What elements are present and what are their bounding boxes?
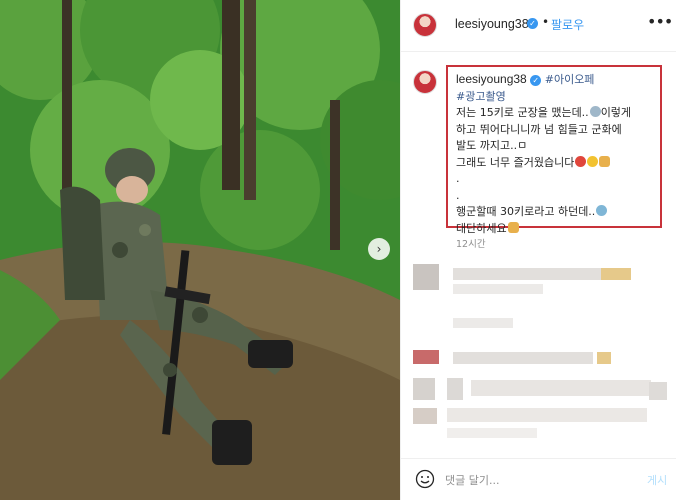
post-timestamp: 12시간: [456, 239, 486, 250]
hashtag-link[interactable]: #광고촬영: [456, 90, 506, 103]
screaming-emoji-icon: [589, 106, 601, 117]
caption-text: 대단하세요: [456, 221, 507, 235]
blurred-avatar: [413, 350, 439, 364]
blurred-emoji: [601, 268, 631, 280]
crying-emoji-icon: [596, 205, 608, 216]
caption-dot: .: [456, 188, 460, 202]
caption-dot: .: [456, 172, 460, 185]
blurred-comment: [471, 380, 651, 396]
post-photo[interactable]: ›: [0, 0, 400, 500]
blurred-comment: [447, 378, 463, 400]
blurred-comment: [649, 382, 667, 400]
blurred-comment: [453, 268, 603, 280]
caption-text: 발도 까지고..ㅁ: [456, 139, 528, 152]
post-caption: leesiyoung38 ✓ #아이오페 #광고촬영 저는 15키로 군장을 맸…: [456, 71, 661, 237]
caption-avatar[interactable]: [413, 70, 437, 94]
blurred-avatar: [413, 378, 435, 400]
blurred-comment: [447, 428, 537, 438]
instagram-post: › leesiyoung38 ✓ • 팔로우 ••• leesiyoung38 …: [0, 0, 676, 500]
post-comment-button[interactable]: 게시: [647, 472, 667, 488]
caption-text: 저는 15키로 군장을 맸는데..: [456, 106, 589, 119]
smile-emoji-icon: [587, 155, 599, 167]
hashtag-link[interactable]: #아이오페: [545, 73, 595, 86]
praying-hands-emoji-icon: [599, 155, 611, 167]
caption-username[interactable]: leesiyoung38: [456, 72, 527, 86]
caption-text: 이렇게: [600, 106, 632, 119]
blurred-avatar: [413, 264, 439, 290]
verified-badge-icon: ✓: [530, 74, 542, 86]
emoji-smile-icon[interactable]: [415, 469, 435, 489]
comment-input[interactable]: [445, 470, 615, 490]
blurred-comment: [453, 352, 593, 364]
header-separator: •: [542, 15, 550, 29]
next-photo-arrow-icon[interactable]: ›: [368, 238, 390, 260]
post-side-panel: leesiyoung38 ✓ • 팔로우 ••• leesiyoung38 ✓ …: [400, 0, 676, 500]
praying-hands-emoji-icon: [507, 221, 519, 233]
caption-text: 행군할때 30키로라고 하던데..: [456, 205, 596, 218]
caption-text: 그래도 너무 즐거웠습니다: [456, 155, 575, 169]
post-header: leesiyoung38 ✓ • 팔로우 •••: [401, 0, 676, 52]
follow-button[interactable]: 팔로우: [551, 16, 584, 33]
verified-badge-icon: ✓: [527, 18, 538, 29]
blurred-comment: [447, 408, 647, 422]
blurred-avatar: [413, 408, 437, 424]
heart-eyes-emoji-icon: [575, 155, 587, 167]
comment-bar: 게시: [401, 458, 676, 500]
soldier-forest-photo: [0, 0, 400, 500]
header-username[interactable]: leesiyoung38: [455, 17, 529, 31]
blurred-comment: [453, 318, 513, 328]
caption-text: 하고 뛰어다니니까 넘 힘들고 군화에: [456, 122, 622, 136]
user-avatar[interactable]: [413, 13, 437, 37]
more-options-icon[interactable]: •••: [647, 12, 673, 31]
blurred-emoji: [597, 352, 611, 364]
blurred-comment: [453, 284, 543, 294]
